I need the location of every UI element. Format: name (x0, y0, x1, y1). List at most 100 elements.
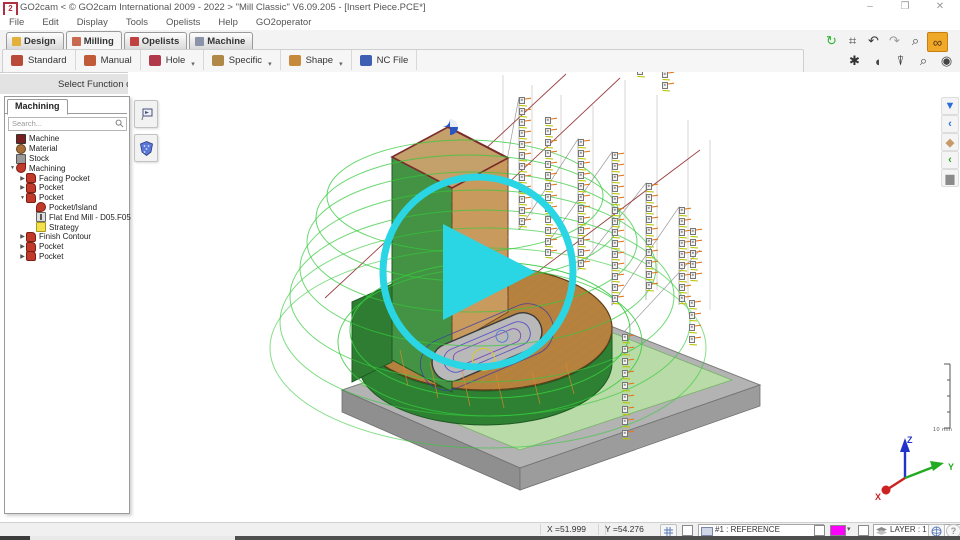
expand-arrow-icon[interactable]: ▼ (9, 165, 16, 171)
glasses-icon[interactable]: ∞ (927, 32, 948, 52)
caliper-icon[interactable]: ⌗ (843, 32, 862, 50)
standard-button[interactable]: Standard (3, 50, 76, 70)
delete-icon[interactable]: ⍒ (891, 52, 910, 70)
op-icon (26, 183, 36, 193)
tree-item-label: Stock (29, 154, 49, 163)
menu-display[interactable]: Display (68, 15, 117, 30)
video-progress-bar[interactable] (0, 536, 960, 540)
search-placeholder: Search... (12, 119, 42, 128)
op-icon (26, 251, 36, 261)
undo-icon[interactable]: ↶ (864, 32, 883, 50)
ribbon-label: Manual (101, 55, 132, 66)
axis-y-label: Y (948, 462, 954, 472)
tree-item[interactable]: Stock (5, 154, 127, 164)
minimize-button[interactable]: – (855, 0, 885, 14)
expand-arrow-icon[interactable]: ▶ (19, 233, 26, 240)
chevron-down-icon[interactable]: ▾ (847, 525, 851, 533)
menu-file[interactable]: File (0, 15, 33, 30)
op-icon (26, 232, 36, 242)
expand-arrow-icon[interactable]: ▼ (19, 195, 26, 201)
scale-bar (944, 364, 950, 428)
tab-milling[interactable]: Milling (66, 31, 122, 50)
tree-item[interactable]: Flat End Mill - D05.F05 (5, 212, 127, 222)
expand-arrow-icon[interactable]: ▶ (19, 243, 26, 250)
tree-item[interactable]: ▶Pocket (5, 242, 127, 252)
shape-button[interactable]: Shape▾ (281, 50, 352, 70)
tree-item[interactable]: Material (5, 144, 127, 154)
hole-button[interactable]: Hole▾ (141, 50, 204, 70)
menu-opelists[interactable]: Opelists (157, 15, 209, 30)
grid-icon (664, 527, 673, 536)
tree-item-label: Pocket (39, 193, 63, 202)
tree-item-label: Machine (29, 134, 59, 143)
progress-segment (0, 536, 30, 540)
menu-help[interactable]: Help (209, 15, 247, 30)
shield-button[interactable] (134, 134, 158, 162)
expand-arrow-icon[interactable]: ▶ (19, 175, 26, 182)
tree-item[interactable]: ▶ Pocket (5, 252, 127, 262)
menu-tools[interactable]: Tools (117, 15, 157, 30)
nc-file-button[interactable]: NC File (352, 50, 418, 70)
layers-icon (876, 527, 887, 535)
tree-item[interactable]: ▼ Pocket (5, 193, 127, 203)
part-icon[interactable]: ◆ (941, 133, 959, 151)
tab-opelists[interactable]: Opelists (124, 32, 188, 49)
redo-icon[interactable]: ↷ (885, 32, 904, 50)
color-checkbox[interactable] (814, 525, 825, 536)
manual-button[interactable]: Manual (76, 50, 141, 70)
search-input[interactable]: Search... (8, 117, 127, 131)
prev-green-icon[interactable]: ‹ (941, 151, 959, 169)
prev-blue-icon[interactable]: ‹ (941, 115, 959, 133)
filter-icon[interactable]: ▼ (941, 97, 959, 115)
chevron-down-icon: ▾ (191, 60, 195, 70)
sync-icon[interactable]: ↻ (822, 32, 841, 50)
design-icon (12, 37, 21, 46)
tree-item-label: Pocket (39, 252, 63, 261)
stock-icon[interactable]: ▆ (941, 169, 959, 187)
close-button[interactable]: ✕ (925, 0, 955, 14)
expand-arrow-icon[interactable]: ▶ (19, 253, 26, 260)
ribbon-label: NC File (377, 55, 409, 66)
simulation-button[interactable] (134, 100, 158, 128)
video-play-button[interactable] (378, 172, 578, 372)
tree-item[interactable]: Machine (5, 134, 127, 144)
color-swatch[interactable] (830, 525, 846, 536)
maximize-button[interactable]: ❐ (890, 0, 920, 14)
expand-arrow-icon[interactable]: ▶ (19, 184, 26, 191)
layer-value: LAYER : 1 (890, 525, 927, 534)
view-cube-icon (931, 526, 942, 537)
reference-checkbox[interactable] (682, 525, 693, 536)
axis-triad (882, 438, 945, 495)
tree-item[interactable]: Strategy (5, 222, 127, 232)
tab-machine[interactable]: Machine (189, 32, 253, 49)
specific-button[interactable]: Specific▾ (204, 50, 281, 70)
zoom-icon[interactable]: ⌕ (906, 32, 925, 50)
tree-item[interactable]: ▼Machining (5, 163, 127, 173)
tab-label: Milling (84, 36, 114, 47)
strategy-icon (36, 222, 46, 232)
ribbon-buttons: Standard Manual Hole▾Specific▾Shape▾ NC Fil… (2, 49, 804, 73)
ribbon-label: Standard (28, 55, 67, 66)
tree-item-label: Material (29, 144, 57, 153)
menu-edit[interactable]: Edit (33, 15, 67, 30)
menu-go2operator[interactable]: GO2operator (247, 15, 320, 30)
tree-item-label: Pocket (39, 183, 63, 192)
machine-sim-icon[interactable]: ✱ (845, 52, 864, 70)
eye-icon[interactable]: ◉ (937, 52, 956, 70)
tool-icon (36, 212, 46, 222)
tab-design[interactable]: Design (6, 32, 64, 49)
tree-item-label: Flat End Mill - D05.F05 (49, 213, 131, 222)
reference-value: #1 : REFERENCE (715, 525, 780, 534)
zoom-extents-icon[interactable]: ⌕ (914, 52, 933, 70)
pocket-island-icon (36, 202, 46, 212)
tree-item[interactable]: Pocket/Island (5, 203, 127, 213)
tree-item[interactable]: ▶Finish Contour (5, 232, 127, 242)
eraser-icon[interactable]: ◖ (868, 52, 887, 70)
machining-tab[interactable]: Machining (7, 99, 68, 115)
ncfile-icon (360, 55, 372, 66)
tree-item[interactable]: ▶ Pocket (5, 183, 127, 193)
tree-item-label: Strategy (49, 223, 79, 232)
tree-item[interactable]: ▶Facing Pocket (5, 173, 127, 183)
stock-icon (16, 154, 26, 164)
layer-checkbox[interactable] (858, 525, 869, 536)
